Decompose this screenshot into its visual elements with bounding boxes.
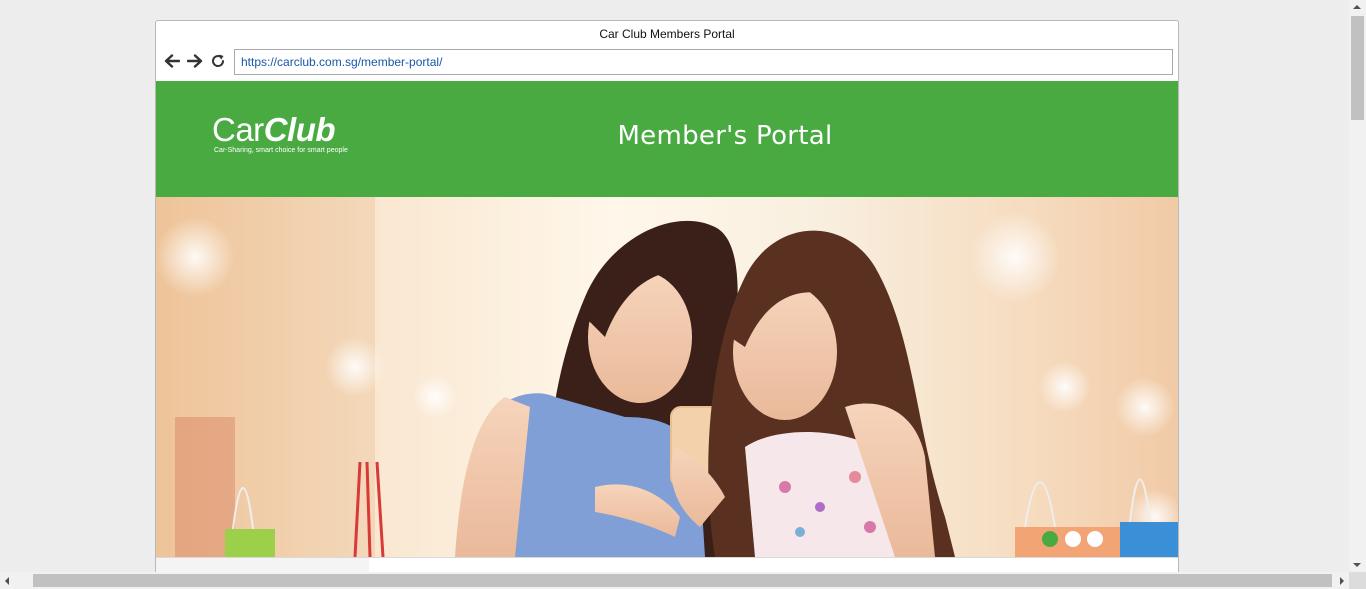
scroll-right-icon[interactable]	[1340, 577, 1344, 585]
content-area	[156, 557, 1178, 573]
vertical-scrollbar[interactable]	[1349, 0, 1366, 572]
horizontal-scrollbar[interactable]	[0, 572, 1366, 589]
hero-image	[156, 197, 1178, 557]
carousel-indicators	[156, 531, 1178, 547]
vertical-scroll-thumb[interactable]	[1351, 16, 1364, 120]
back-button[interactable]	[162, 51, 182, 71]
forward-button[interactable]	[185, 51, 205, 71]
hero-carousel[interactable]	[156, 197, 1178, 557]
browser-window: Car Club Members Portal CarClub Car-Shar…	[155, 20, 1179, 573]
scrollbar-corner	[1349, 572, 1366, 589]
scroll-left-icon[interactable]	[5, 577, 9, 585]
scroll-down-icon[interactable]	[1353, 563, 1361, 567]
carousel-dot-2[interactable]	[1065, 531, 1081, 547]
reload-button[interactable]	[208, 51, 228, 71]
url-input[interactable]	[234, 49, 1173, 75]
arrow-right-icon	[187, 54, 203, 68]
window-title: Car Club Members Portal	[599, 27, 735, 41]
carousel-dot-3[interactable]	[1087, 531, 1103, 547]
site-header: CarClub Car-Sharing, smart choice for sm…	[156, 81, 1178, 197]
scroll-up-icon[interactable]	[1353, 5, 1361, 9]
sidebar-panel	[156, 558, 369, 573]
reload-icon	[212, 54, 225, 67]
page-title: Member's Portal	[617, 121, 833, 151]
horizontal-scroll-thumb[interactable]	[33, 574, 1332, 587]
arrow-left-icon	[164, 54, 180, 68]
carousel-dot-1[interactable]	[1042, 531, 1058, 547]
